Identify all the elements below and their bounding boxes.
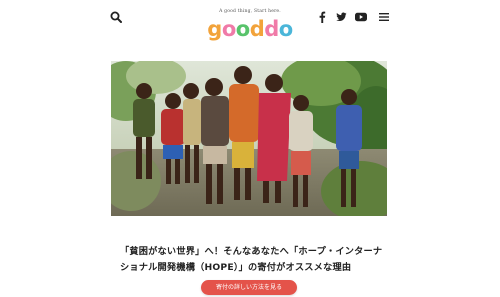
site-logo[interactable]: gooddo <box>200 17 300 45</box>
logo-letter: d <box>249 17 265 41</box>
logo-letter: d <box>264 17 279 41</box>
facebook-icon[interactable] <box>318 11 326 23</box>
menu-icon[interactable] <box>379 12 389 22</box>
site-header: A good thing, Start here. gooddo <box>0 0 500 50</box>
logo-letter: o <box>235 17 250 41</box>
site-tagline: A good thing, Start here. <box>219 9 281 14</box>
hero-image[interactable] <box>111 61 387 216</box>
article-title[interactable]: 「貧困がない世界」へ！そんなあなたへ「ホープ・インターナショナル開発機構（HOP… <box>120 244 390 276</box>
logo-letter: o <box>221 17 236 41</box>
donate-details-button[interactable]: 寄付の詳しい方法を見る <box>201 280 297 295</box>
logo-letter: o <box>278 17 293 41</box>
logo-letter: g <box>207 17 222 41</box>
children-photo <box>111 61 387 216</box>
twitter-icon[interactable] <box>336 12 347 22</box>
youtube-icon[interactable] <box>355 12 367 22</box>
